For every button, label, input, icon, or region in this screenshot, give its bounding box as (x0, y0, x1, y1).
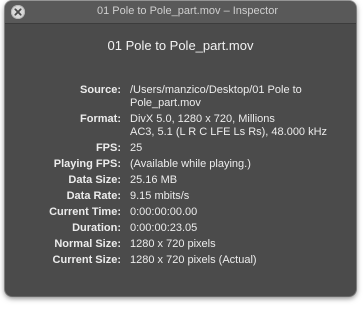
property-row-data-size: Data Size: 25.16 MB (5, 174, 356, 187)
property-row-current-size: Current Size: 1280 x 720 pixels (Actual) (5, 254, 356, 267)
property-value-line: 25.16 MB (130, 174, 178, 186)
property-row-normal-size: Normal Size: 1280 x 720 pixels (5, 238, 356, 251)
property-value: /Users/manzico/Desktop/01 Pole to Pole_p… (130, 84, 352, 110)
property-value-line: 9.15 mbits/s (130, 190, 190, 202)
property-value-line: DivX 5.0, 1280 x 720, Millions (130, 113, 275, 125)
property-value-line: 0:00:00:00.00 (130, 206, 198, 218)
property-label: Data Size: (68, 174, 121, 186)
property-label: Current Size: (52, 254, 121, 266)
property-value: 1280 x 720 pixels (Actual) (130, 254, 352, 267)
property-value: 25 (130, 142, 352, 155)
property-label: Source: (80, 84, 121, 96)
property-row-current-time: Current Time: 0:00:00:00.00 (5, 206, 356, 219)
property-row-source: Source: /Users/manzico/Desktop/01 Pole t… (5, 84, 356, 110)
property-value-line: 1280 x 720 pixels (Actual) (130, 254, 257, 266)
property-label: Duration: (72, 222, 121, 234)
file-name-heading: 01 Pole to Pole_part.mov (107, 38, 254, 53)
title-bar[interactable]: 01 Pole to Pole_part.mov – Inspector (5, 1, 356, 24)
property-value: 9.15 mbits/s (130, 190, 352, 203)
property-value-line: Pole_part.mov (130, 97, 201, 109)
property-value-line: AC3, 5.1 (L R C LFE Ls Rs), 48.000 kHz (130, 126, 328, 138)
property-label: Format: (80, 113, 121, 125)
property-value: DivX 5.0, 1280 x 720, Millions AC3, 5.1 … (130, 113, 352, 139)
property-value-line: 25 (130, 142, 143, 154)
window-title: 01 Pole to Pole_part.mov – Inspector (97, 5, 278, 17)
property-value-line: 0:00:00:23.05 (130, 222, 198, 234)
property-label: Playing FPS: (53, 158, 121, 170)
property-value-line: 1280 x 720 pixels (130, 238, 216, 250)
property-row-duration: Duration: 0:00:00:23.05 (5, 222, 356, 235)
property-value: 0:00:00:23.05 (130, 222, 352, 235)
inspector-window: 01 Pole to Pole_part.mov – Inspector 01 … (5, 1, 356, 296)
property-label: FPS: (95, 142, 121, 154)
property-row-data-rate: Data Rate: 9.15 mbits/s (5, 190, 356, 203)
properties-list: Source: /Users/manzico/Desktop/01 Pole t… (5, 84, 356, 270)
close-button[interactable] (11, 5, 25, 19)
property-value: 0:00:00:00.00 (130, 206, 352, 219)
property-value: 25.16 MB (130, 174, 352, 187)
property-label: Normal Size: (54, 238, 121, 250)
property-row-format: Format: DivX 5.0, 1280 x 720, Millions A… (5, 113, 356, 139)
property-row-playing-fps: Playing FPS: (Available while playing.) (5, 158, 356, 171)
property-value-line: (Available while playing.) (130, 158, 251, 170)
property-row-fps: FPS: 25 (5, 142, 356, 155)
property-value: 1280 x 720 pixels (130, 238, 352, 251)
property-label: Data Rate: (66, 190, 121, 202)
close-icon (14, 8, 22, 16)
property-label: Current Time: (49, 206, 121, 218)
property-value: (Available while playing.) (130, 158, 352, 171)
property-value-line: /Users/manzico/Desktop/01 Pole to (130, 84, 302, 96)
